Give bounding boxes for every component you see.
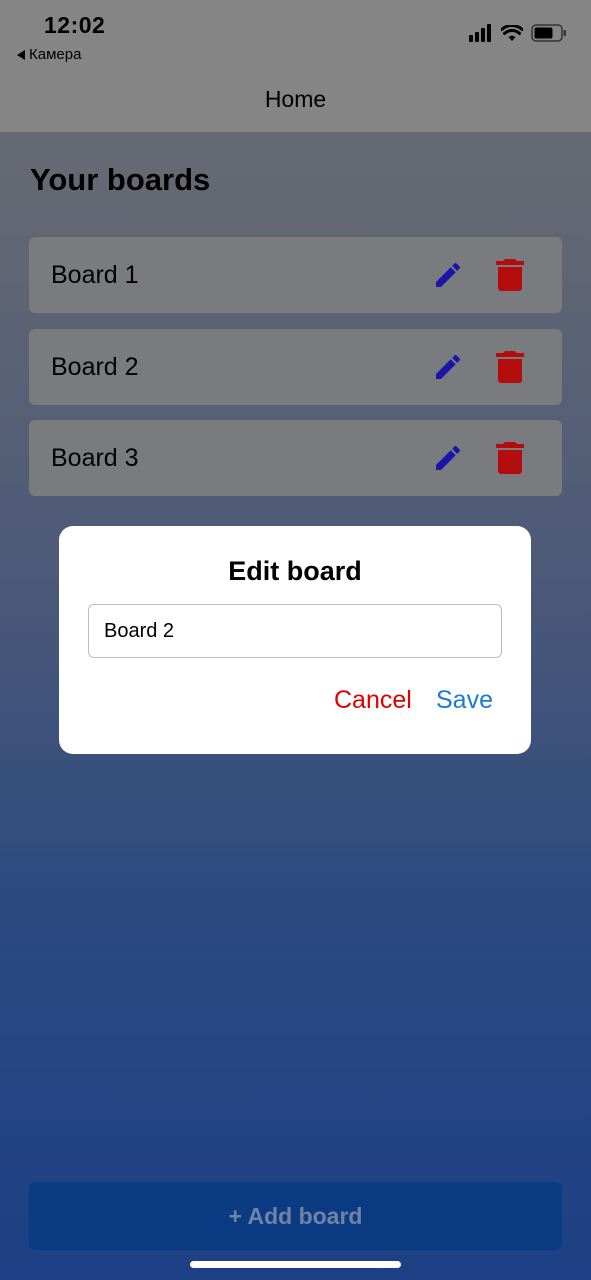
save-button[interactable]: Save <box>436 686 493 715</box>
boards-heading: Your boards <box>30 162 211 197</box>
wifi-icon <box>501 24 523 41</box>
board-card[interactable]: Board 2 <box>29 329 562 405</box>
cellular-signal-icon <box>469 24 491 42</box>
status-icons <box>469 24 567 42</box>
pencil-icon[interactable] <box>432 442 464 474</box>
page-title: Home <box>264 86 327 112</box>
cancel-button[interactable]: Cancel <box>334 686 412 715</box>
add-board-button[interactable]: + Add board <box>29 1182 562 1250</box>
back-triangle-icon <box>17 49 25 60</box>
board-name: Board 3 <box>51 443 139 472</box>
dialog-title: Edit board <box>228 556 362 586</box>
trash-icon[interactable] <box>496 259 524 291</box>
home-indicator[interactable] <box>190 1261 401 1268</box>
board-name: Board 2 <box>51 352 139 381</box>
trash-icon[interactable] <box>496 351 524 383</box>
board-name: Board 1 <box>51 260 139 289</box>
pencil-icon[interactable] <box>432 259 464 291</box>
board-card[interactable]: Board 1 <box>29 237 562 313</box>
back-app-label: Камера <box>29 46 82 63</box>
trash-icon[interactable] <box>496 442 524 474</box>
edit-board-dialog: Edit board Cancel Save <box>59 526 531 754</box>
board-name-input[interactable] <box>88 604 502 658</box>
pencil-icon[interactable] <box>432 351 464 383</box>
status-time: 12:02 <box>44 12 106 38</box>
top-bar: 12:02 Камера Home <box>0 0 591 133</box>
board-card[interactable]: Board 3 <box>29 420 562 496</box>
back-to-app-link[interactable]: Камера <box>17 46 81 63</box>
battery-icon <box>531 24 566 42</box>
